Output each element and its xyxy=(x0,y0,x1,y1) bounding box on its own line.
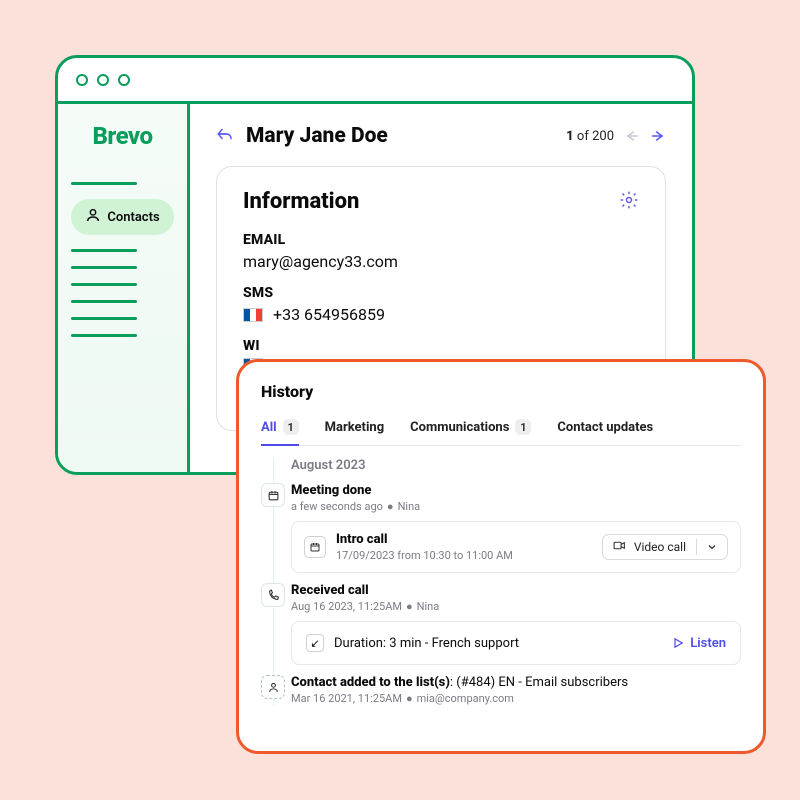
event-title: Received call xyxy=(291,583,741,598)
tab-contact-updates[interactable]: Contact updates xyxy=(557,413,653,445)
sidebar-item-placeholder[interactable] xyxy=(71,266,137,269)
listen-button[interactable]: Listen xyxy=(672,636,726,651)
window-titlebar xyxy=(58,58,692,104)
contact-header: Mary Jane Doe 1 of 200 xyxy=(216,124,666,148)
pager: 1 of 200 xyxy=(566,129,666,144)
field-label: SMS xyxy=(243,285,639,301)
history-card: History All 1 Marketing Communications 1… xyxy=(236,359,766,754)
event-title: Contact added to the list(s): (#484) EN … xyxy=(291,675,741,690)
sidebar-item-placeholder[interactable] xyxy=(71,317,137,320)
field-label: WI xyxy=(243,338,639,354)
tab-count-badge: 1 xyxy=(515,419,531,435)
event-meta: Mar 16 2021, 11:25AM●mia@company.com xyxy=(291,692,741,705)
pager-total: 200 xyxy=(592,129,614,144)
window-dot-icon xyxy=(76,74,88,86)
sidebar-item-contacts[interactable]: Contacts xyxy=(71,199,173,235)
field-value: +33 654956859 xyxy=(243,305,639,324)
tab-count-badge: 1 xyxy=(283,419,299,435)
intro-call-time: 17/09/2023 from 10:30 to 11:00 AM xyxy=(336,549,513,562)
event-meeting: Meeting done a few seconds ago●Nina Intr… xyxy=(291,483,741,573)
video-label: Video call xyxy=(634,540,686,554)
event-received-call: Received call Aug 16 2023, 11:25AM●Nina … xyxy=(291,583,741,665)
pager-current: 1 xyxy=(566,129,574,144)
calendar-icon xyxy=(261,483,285,507)
arrow-down-left-icon: ↙ xyxy=(306,634,324,652)
info-card-title: Information xyxy=(243,189,359,214)
back-icon[interactable] xyxy=(216,126,234,146)
tab-label: Marketing xyxy=(325,420,385,435)
intro-call-title: Intro call xyxy=(336,532,513,547)
event-list-added: Contact added to the list(s): (#484) EN … xyxy=(291,675,741,705)
field-value-text: +33 654956859 xyxy=(273,305,385,324)
intro-call-card[interactable]: Intro call 17/09/2023 from 10:30 to 11:0… xyxy=(291,521,741,573)
field-sms: SMS +33 654956859 xyxy=(243,285,639,324)
history-timeline: August 2023 Meeting done a few seconds a… xyxy=(261,458,741,705)
listen-label: Listen xyxy=(690,636,726,651)
video-icon xyxy=(613,540,626,554)
call-duration-text: Duration: 3 min - French support xyxy=(334,636,519,651)
flag-fr-icon xyxy=(243,308,263,322)
phone-icon xyxy=(261,583,285,607)
calendar-icon xyxy=(304,536,326,558)
pager-next-icon[interactable] xyxy=(650,129,666,143)
call-duration-card: ↙ Duration: 3 min - French support Liste… xyxy=(291,621,741,665)
pager-prev-icon[interactable] xyxy=(624,129,640,143)
tab-label: Contact updates xyxy=(557,420,653,435)
pager-of: of xyxy=(577,129,589,144)
brand-logo: Brevo xyxy=(92,122,152,150)
field-value: mary@agency33.com xyxy=(243,252,639,271)
history-title: History xyxy=(261,382,741,401)
sidebar-nav: Contacts xyxy=(71,168,173,351)
sidebar-item-label: Contacts xyxy=(107,210,159,225)
chevron-down-icon xyxy=(707,540,717,554)
contact-name: Mary Jane Doe xyxy=(246,124,388,148)
event-meta: a few seconds ago●Nina xyxy=(291,500,741,513)
tab-label: All xyxy=(261,420,277,435)
video-call-dropdown[interactable]: Video call xyxy=(602,534,728,560)
sidebar-item-placeholder[interactable] xyxy=(71,283,137,286)
field-email: EMAIL mary@agency33.com xyxy=(243,232,639,271)
field-label: EMAIL xyxy=(243,232,639,248)
person-icon xyxy=(261,675,285,699)
sidebar-item-placeholder[interactable] xyxy=(71,334,137,337)
window-dot-icon xyxy=(97,74,109,86)
sidebar-item-placeholder[interactable] xyxy=(71,182,137,185)
sidebar-item-placeholder[interactable] xyxy=(71,249,137,252)
contact-icon xyxy=(85,207,101,227)
tab-marketing[interactable]: Marketing xyxy=(325,413,385,445)
tab-label: Communications xyxy=(410,420,509,435)
tab-communications[interactable]: Communications 1 xyxy=(410,413,531,445)
event-meta: Aug 16 2023, 11:25AM●Nina xyxy=(291,600,741,613)
history-tabs: All 1 Marketing Communications 1 Contact… xyxy=(261,413,741,446)
window-dots xyxy=(76,74,130,86)
window-dot-icon xyxy=(118,74,130,86)
event-title: Meeting done xyxy=(291,483,741,498)
sidebar-item-placeholder[interactable] xyxy=(71,300,137,303)
timeline-month: August 2023 xyxy=(291,458,741,473)
settings-gear-icon[interactable] xyxy=(619,190,639,214)
tab-all[interactable]: All 1 xyxy=(261,413,299,445)
sidebar: Brevo Contacts xyxy=(58,104,190,472)
